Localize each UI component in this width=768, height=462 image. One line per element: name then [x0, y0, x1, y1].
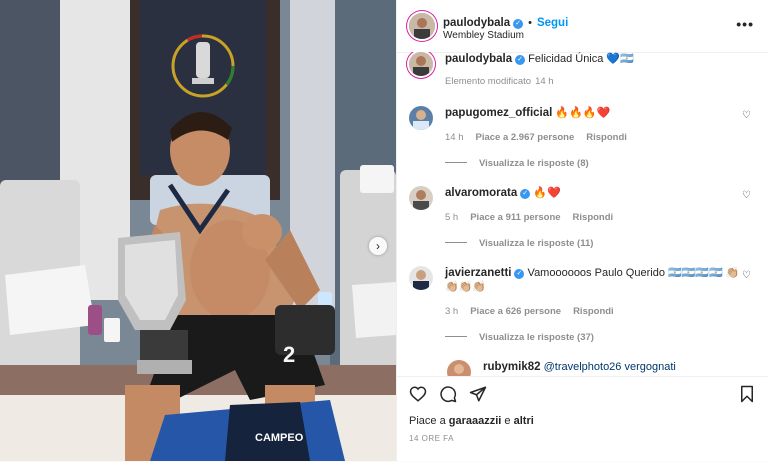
comment-likes[interactable]: Piace a 626 persone	[470, 306, 561, 317]
author-avatar[interactable]	[409, 13, 435, 39]
next-photo-button[interactable]: ›	[369, 237, 387, 255]
comment-time[interactable]: 3 h	[445, 306, 458, 317]
caption-body: paulodybala ✓ Felicidad Única 💙🇦🇷	[445, 52, 745, 66]
comment-likes[interactable]: Piace a 911 persone	[470, 212, 560, 223]
view-replies-button[interactable]: Visualizza le risposte (37)	[445, 332, 594, 343]
author-username[interactable]: paulodybala	[443, 17, 510, 29]
view-replies-button[interactable]: Visualizza le risposte (11)	[445, 238, 593, 249]
location-link[interactable]: Wembley Stadium	[443, 30, 524, 41]
commenter-avatar[interactable]	[409, 106, 433, 130]
comment-likes[interactable]: Piace a 2.967 persone	[476, 132, 575, 143]
bookmark-icon[interactable]	[738, 385, 756, 403]
view-replies-button[interactable]: Visualizza le risposte (8)	[445, 158, 589, 169]
follow-button[interactable]: Segui	[537, 17, 568, 29]
separator-dot: •	[528, 17, 532, 29]
commenter-username[interactable]: papugomez_official	[445, 107, 552, 119]
likes-others-link[interactable]: altri	[514, 415, 534, 427]
likes-summary: Piace a garaaazzii e altri	[409, 415, 534, 427]
view-replies-label: Visualizza le risposte (8)	[479, 158, 589, 169]
caption-username[interactable]: paulodybala	[445, 53, 512, 65]
jersey-number: 2	[283, 342, 295, 367]
like-comment-heart-icon[interactable]: ♡	[742, 190, 751, 201]
like-comment-heart-icon[interactable]: ♡	[742, 270, 751, 281]
comment-meta: 5 h Piace a 911 persone Rispondi	[445, 212, 625, 223]
author-avatar[interactable]	[409, 52, 433, 76]
verified-badge-icon: ✓	[515, 55, 526, 65]
photo-illustration: CAMPEO 2	[0, 0, 396, 461]
comment-body: rubymik82 @travelphoto26 vergognati	[483, 360, 768, 374]
paper-plane-icon[interactable]	[469, 385, 487, 403]
caption-meta: Elemento modificato 14 h	[445, 76, 566, 87]
comment-time[interactable]: 14 h	[445, 132, 464, 143]
like-comment-heart-icon[interactable]: ♡	[742, 110, 751, 121]
shirt-text: CAMPEO	[255, 432, 304, 444]
comment-body: papugomez_official 🔥🔥🔥❤️	[445, 106, 745, 120]
verified-badge-icon: ✓	[514, 269, 525, 279]
comment-time[interactable]: 5 h	[445, 212, 458, 223]
verified-badge-icon: ✓	[520, 189, 531, 199]
replies-divider	[445, 242, 467, 243]
comment-text: 🔥❤️	[533, 187, 561, 199]
likes-and: e	[504, 415, 511, 427]
post-photo[interactable]: CAMPEO 2 ›	[0, 0, 396, 461]
commenter-avatar[interactable]	[409, 186, 433, 210]
commenter-username[interactable]: rubymik82	[483, 361, 541, 373]
post-header: paulodybala ✓ • Segui Wembley Stadium •••	[397, 0, 768, 53]
reply-button[interactable]: Rispondi	[573, 306, 614, 317]
reply-button[interactable]: Rispondi	[573, 212, 614, 223]
commenter-avatar[interactable]	[447, 360, 471, 376]
likes-prefix: Piace a	[409, 415, 446, 427]
comment-icon[interactable]	[439, 385, 457, 403]
caption-time: 14 h	[535, 76, 554, 87]
comment-text: 🔥🔥🔥❤️	[555, 107, 611, 119]
reply-button[interactable]: Rispondi	[586, 132, 627, 143]
comments-list[interactable]: paulodybala ✓ Felicidad Única 💙🇦🇷 Element…	[397, 52, 768, 376]
comment-body: alvaromorata ✓ 🔥❤️	[445, 186, 745, 200]
ellipsis-icon[interactable]: •••	[736, 16, 754, 32]
commenter-username[interactable]: alvaromorata	[445, 187, 517, 199]
caption-text: Felicidad Única 💙🇦🇷	[528, 53, 634, 65]
author-line: paulodybala ✓ • Segui	[443, 13, 568, 31]
comment-meta: 14 h Piace a 2.967 persone Rispondi	[445, 132, 639, 143]
view-replies-label: Visualizza le risposte (11)	[479, 238, 594, 249]
replies-divider	[445, 336, 467, 337]
liker-username[interactable]: garaaazzii	[449, 415, 502, 427]
commenter-username[interactable]: javierzanetti	[445, 267, 511, 279]
heart-icon[interactable]	[409, 385, 427, 403]
verified-badge-icon: ✓	[513, 19, 524, 29]
replies-divider	[445, 162, 467, 163]
post-actions: Piace a garaaazzii e altri 14 ORE FA	[397, 376, 768, 462]
comment-meta: 3 h Piace a 626 persone Rispondi	[445, 306, 626, 317]
edited-label: Elemento modificato	[445, 76, 532, 87]
comment-text: @travelphoto26 vergognati	[543, 361, 676, 373]
post-side-panel: paulodybala ✓ • Segui Wembley Stadium ••• p…	[396, 0, 768, 461]
post-timestamp[interactable]: 14 ORE FA	[409, 434, 454, 443]
commenter-avatar[interactable]	[409, 266, 433, 290]
comment-body: javierzanetti ✓ Vamoooooos Paulo Querido …	[445, 266, 745, 294]
view-replies-label: Visualizza le risposte (37)	[479, 332, 594, 343]
